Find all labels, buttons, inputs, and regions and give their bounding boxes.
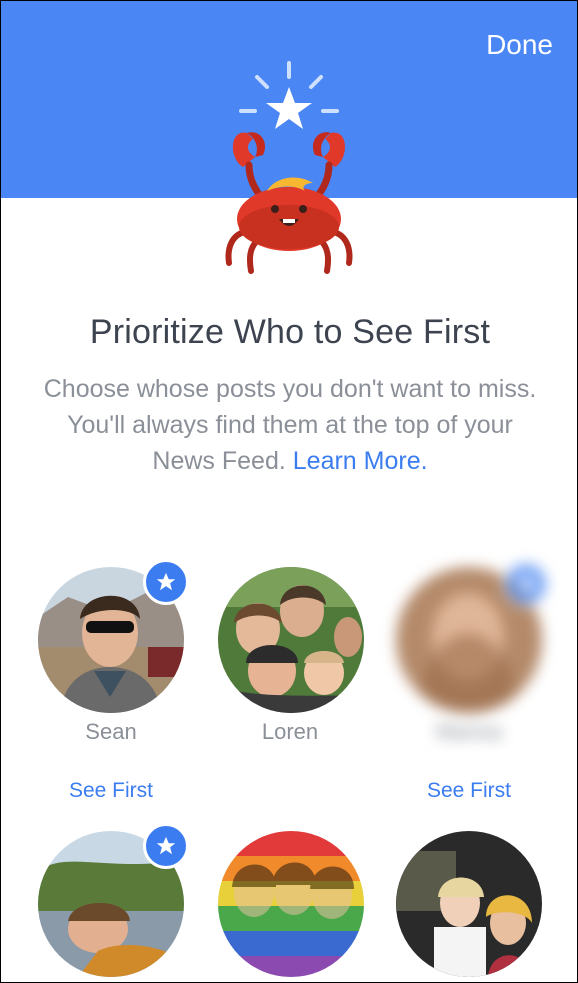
friend-name: Marisa bbox=[435, 719, 502, 744]
star-icon bbox=[156, 572, 176, 591]
starred-badge bbox=[143, 559, 189, 605]
friend-name: Loren bbox=[261, 719, 319, 744]
page-title: Prioritize Who to See First bbox=[89, 313, 491, 351]
see-first-button[interactable]: See First bbox=[379, 779, 559, 803]
page-description: Choose whose posts you don't want to mis… bbox=[41, 371, 539, 479]
crab-mascot-icon bbox=[225, 61, 353, 274]
done-button[interactable]: Done bbox=[486, 29, 553, 61]
star-icon bbox=[516, 574, 536, 593]
star-icon bbox=[156, 836, 176, 855]
see-first-button[interactable]: See First bbox=[21, 779, 201, 803]
screen: Done Prioritize Who to See First Choose … bbox=[0, 0, 578, 983]
avatar[interactable] bbox=[396, 831, 542, 977]
avatar[interactable] bbox=[218, 831, 364, 977]
starred-badge bbox=[143, 823, 189, 869]
description-text: Choose whose posts you don't want to mis… bbox=[43, 375, 537, 475]
starred-badge bbox=[503, 561, 549, 607]
avatar[interactable] bbox=[218, 567, 364, 713]
friend-name: Sean bbox=[85, 719, 137, 744]
learn-more-link[interactable]: Learn More. bbox=[293, 447, 428, 475]
